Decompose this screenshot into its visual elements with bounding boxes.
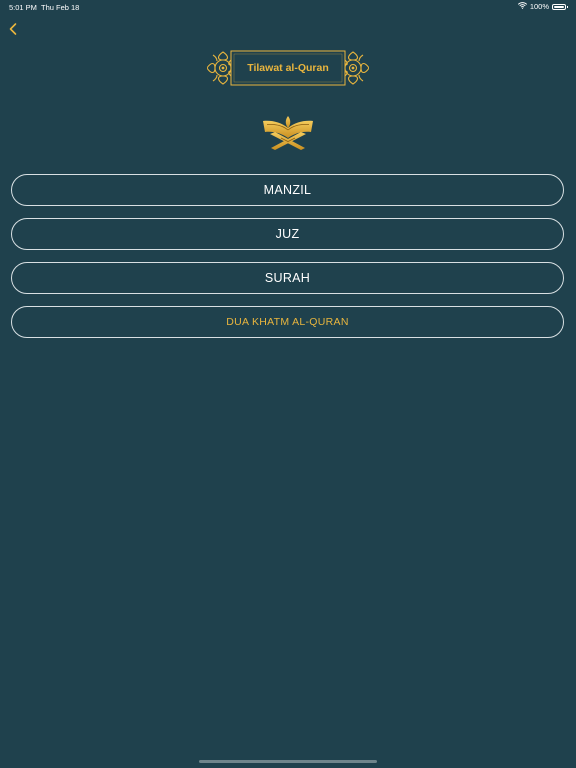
dua-khatm-button[interactable]: DUA KHATM AL-QURAN	[11, 306, 564, 338]
manzil-button[interactable]: MANZIL	[11, 174, 564, 206]
title-banner: Tilawat al-Quran	[207, 47, 369, 89]
menu-list: MANZIL JUZ SURAH DUA KHATM AL-QURAN	[11, 174, 564, 350]
quran-stand-icon	[261, 112, 315, 152]
status-date: Thu Feb 18	[41, 3, 80, 12]
home-indicator[interactable]	[199, 760, 377, 763]
status-indicators: 100%	[517, 2, 568, 11]
surah-button[interactable]: SURAH	[11, 262, 564, 294]
page-title: Tilawat al-Quran	[247, 62, 329, 74]
chevron-left-icon	[9, 23, 17, 35]
battery-icon	[552, 3, 568, 10]
status-bar: 5:01 PM Thu Feb 18 100%	[0, 0, 576, 14]
wifi-icon	[517, 2, 527, 11]
back-button[interactable]	[5, 20, 23, 38]
battery-percentage: 100%	[529, 2, 549, 11]
status-time: 5:01 PM	[9, 3, 37, 12]
juz-button[interactable]: JUZ	[11, 218, 564, 250]
